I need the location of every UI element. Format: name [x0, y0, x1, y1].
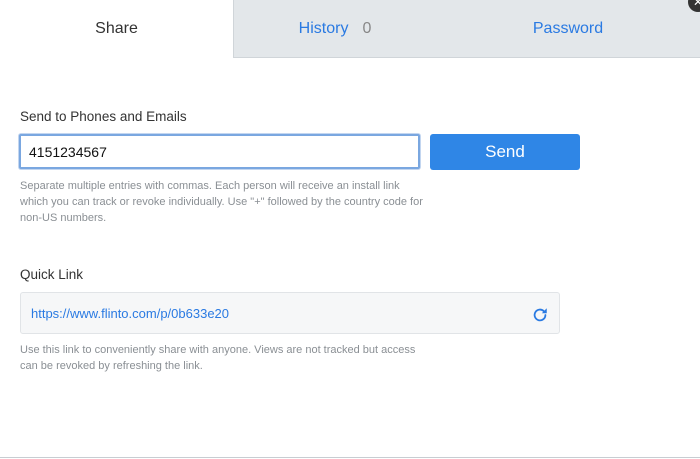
tab-share-label: Share [95, 20, 138, 37]
tab-password[interactable]: Password [436, 0, 700, 58]
phone-email-input[interactable] [19, 134, 420, 169]
send-label: Send to Phones and Emails [20, 109, 187, 124]
send-help-text: Separate multiple entries with commas. E… [20, 180, 423, 224]
send-button[interactable]: Send [430, 134, 580, 170]
quick-link-url[interactable]: https://www.flinto.com/p/0b633e20 [31, 306, 229, 321]
refresh-icon[interactable] [531, 306, 549, 324]
quick-link-label: Quick Link [20, 267, 84, 282]
tab-history-label: History [298, 19, 349, 37]
history-count-badge: 0 [362, 19, 372, 37]
tab-history[interactable]: History 0 [233, 0, 436, 58]
tab-bar: Share History 0 Password [0, 0, 700, 58]
tab-share[interactable]: Share [0, 0, 233, 58]
bottom-divider [0, 457, 700, 458]
tab-password-label: Password [532, 19, 604, 37]
quick-link-box: https://www.flinto.com/p/0b633e20 [20, 292, 560, 334]
quick-link-help-text: Use this link to conveniently share with… [20, 344, 416, 372]
